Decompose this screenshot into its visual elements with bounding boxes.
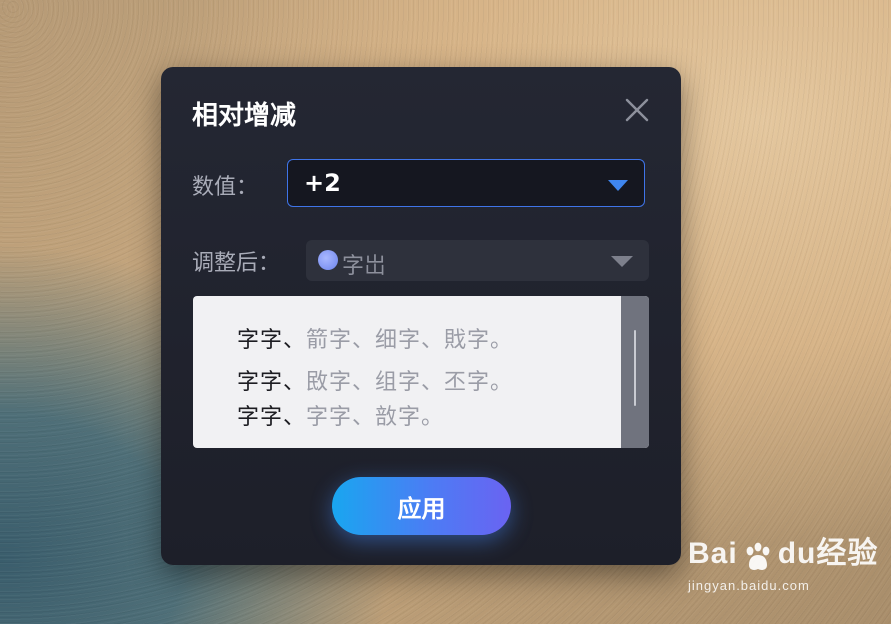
preview-line: 字字、敃字、组字、丕字。 bbox=[237, 364, 513, 396]
value-label: 数值： bbox=[192, 175, 259, 200]
watermark: Bai du经验 jingyan.baidu.com bbox=[688, 528, 879, 593]
dialog-title: 相对增减 bbox=[192, 101, 297, 131]
preview-line-muted: 字字、敨字。 bbox=[306, 405, 445, 430]
chevron-down-icon bbox=[608, 180, 628, 191]
value-text: +2 bbox=[304, 169, 341, 197]
preview-line-strong: 字字、 bbox=[237, 328, 307, 353]
preview-line-strong: 字字、 bbox=[237, 370, 307, 395]
relative-adjust-dialog: 相对增减 数值： +2 调整后： 字岀 字字、箭字、细字、戝字。 字字、敃字、组… bbox=[161, 67, 681, 565]
chevron-down-icon bbox=[611, 256, 633, 267]
status-dot-icon bbox=[318, 250, 338, 270]
preview-line-muted: 箭字、细字、戝字。 bbox=[306, 328, 514, 353]
watermark-url: jingyan.baidu.com bbox=[688, 578, 810, 593]
paw-logo-icon bbox=[741, 540, 775, 578]
watermark-brand-c: 经验 bbox=[816, 537, 879, 570]
watermark-brand-b: du bbox=[777, 537, 817, 570]
preview-line-muted: 敃字、组字、丕字。 bbox=[306, 370, 514, 395]
preview-line: 字字、箭字、细字、戝字。 bbox=[237, 322, 513, 354]
after-value-text: 字岀 bbox=[342, 254, 387, 279]
value-select[interactable]: +2 bbox=[287, 159, 645, 207]
scrollbar[interactable] bbox=[621, 296, 649, 448]
preview-line-strong: 字字、 bbox=[237, 405, 307, 430]
after-label: 调整后： bbox=[192, 251, 281, 276]
preview-line: 字字、字字、敨字。 bbox=[237, 399, 444, 431]
watermark-brand-a: Bai bbox=[688, 537, 738, 570]
close-icon[interactable] bbox=[623, 96, 651, 124]
scrollbar-thumb[interactable] bbox=[634, 330, 636, 406]
after-select[interactable]: 字岀 bbox=[306, 240, 649, 281]
preview-list[interactable]: 字字、箭字、细字、戝字。 字字、敃字、组字、丕字。 字字、字字、敨字。 bbox=[193, 296, 649, 448]
apply-button[interactable]: 应用 bbox=[332, 477, 511, 535]
